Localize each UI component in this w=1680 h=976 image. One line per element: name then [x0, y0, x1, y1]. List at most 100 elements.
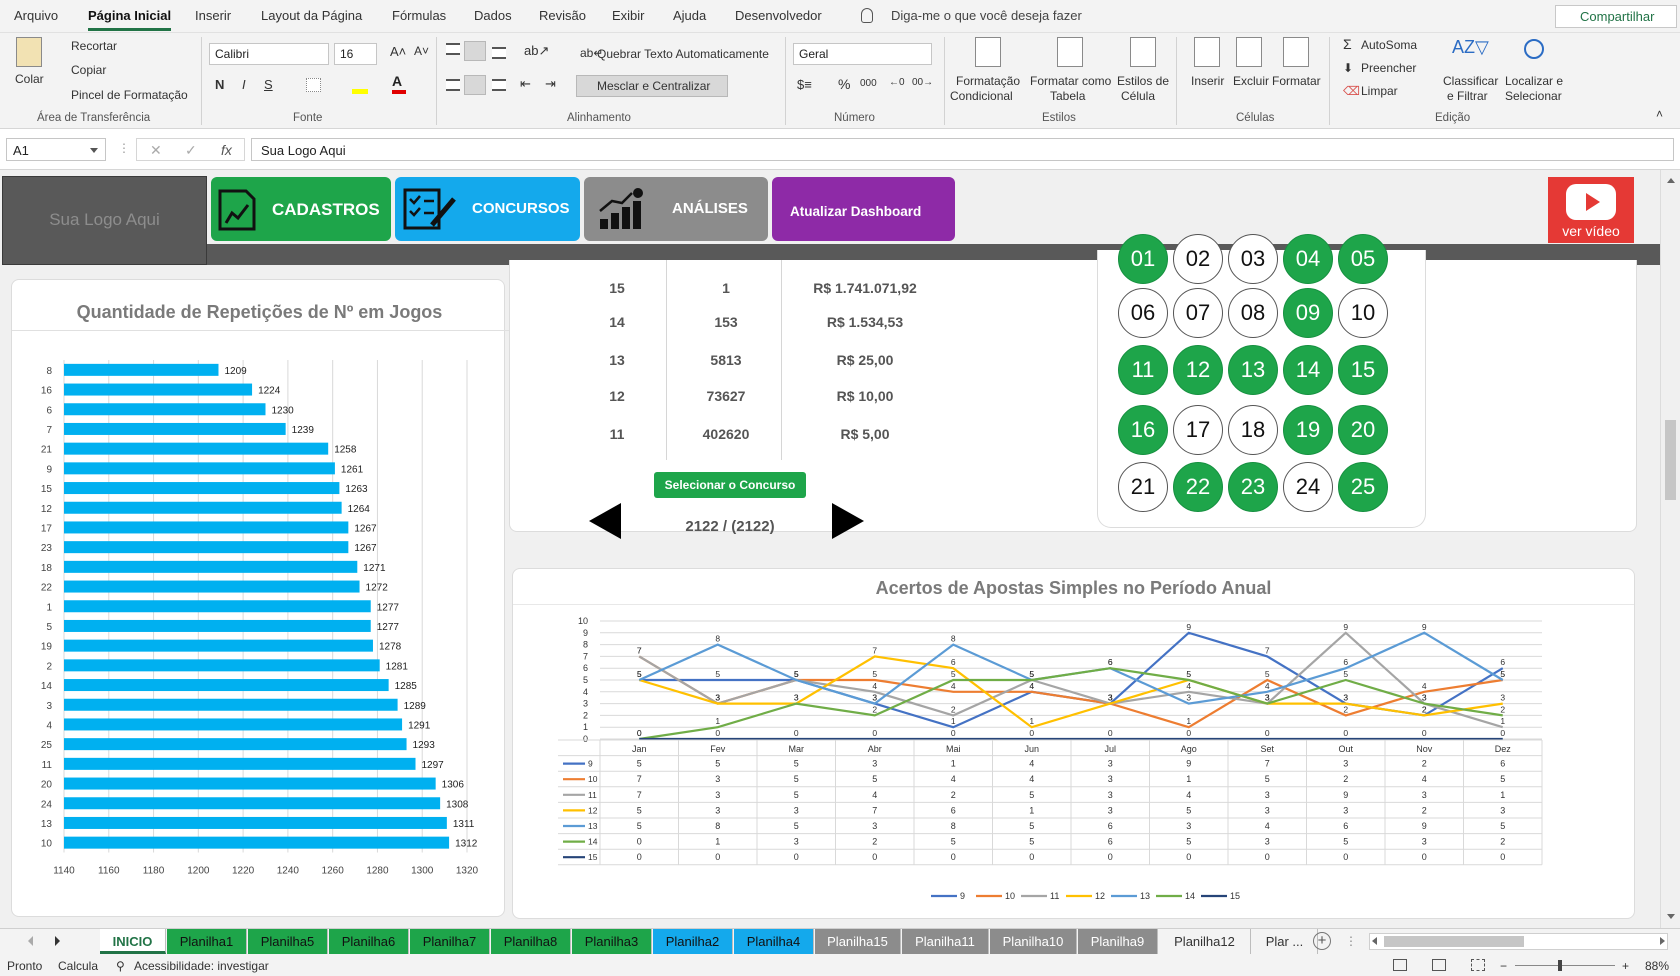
decrease-decimal-icon[interactable]: 00→: [912, 77, 933, 88]
sheet-tab-planilha3[interactable]: Planilha3: [572, 929, 652, 954]
delete-cells-button[interactable]: Excluir: [1233, 74, 1269, 88]
tabs-splitter-icon[interactable]: ⋮: [1345, 934, 1357, 948]
insert-function-icon[interactable]: fx: [221, 142, 232, 158]
page-layout-view-icon[interactable]: [1432, 959, 1446, 971]
font-name-select[interactable]: Calibri: [209, 43, 329, 65]
italic-button[interactable]: I: [242, 77, 246, 92]
paste-button[interactable]: Colar: [15, 72, 44, 86]
sheet-tab-plar[interactable]: Plar ...: [1252, 929, 1318, 954]
menu-tab-arquivo[interactable]: Arquivo: [14, 8, 58, 23]
format-cells-button[interactable]: Formatar: [1272, 74, 1321, 88]
zoom-slider[interactable]: [1515, 965, 1615, 966]
sort-filter-line1[interactable]: Classificar: [1443, 74, 1498, 88]
tell-me-search[interactable]: Diga-me o que você deseja fazer: [891, 8, 1082, 23]
add-sheet-icon[interactable]: +: [1313, 932, 1331, 950]
sheet-tab-planilha6[interactable]: Planilha6: [329, 929, 409, 954]
align-top-icon[interactable]: [446, 43, 460, 55]
fill-button[interactable]: Preencher: [1361, 61, 1416, 75]
menu-tab-inserir[interactable]: Inserir: [195, 8, 231, 23]
menu-tab-revisao[interactable]: Revisão: [539, 8, 586, 23]
find-select-line2[interactable]: Selecionar: [1505, 89, 1562, 103]
align-bottom-icon[interactable]: [492, 47, 506, 59]
format-table-line1[interactable]: Formatar como: [1030, 74, 1111, 88]
menu-tab-exibir[interactable]: Exibir: [612, 8, 645, 23]
scroll-down-icon[interactable]: [1667, 914, 1675, 919]
conditional-format-line1[interactable]: Formatação: [956, 74, 1020, 88]
conditional-format-icon[interactable]: [975, 37, 1001, 67]
cell-styles-icon[interactable]: [1130, 37, 1156, 67]
sheet-tab-planilha4[interactable]: Planilha4: [734, 929, 814, 954]
previous-contest-icon[interactable]: [589, 503, 621, 539]
scroll-left-icon[interactable]: [1372, 937, 1377, 945]
menu-tab-ajuda[interactable]: Ajuda: [673, 8, 706, 23]
wrap-text-button[interactable]: Quebrar Texto Automaticamente: [597, 47, 769, 61]
sheet-tab-planilha10[interactable]: Planilha10: [990, 929, 1077, 954]
formula-input[interactable]: Sua Logo Aqui: [251, 138, 1674, 161]
delete-cells-icon[interactable]: [1236, 37, 1262, 67]
collapse-ribbon-icon[interactable]: ˄: [1656, 107, 1663, 121]
format-cells-icon[interactable]: [1283, 37, 1309, 67]
sheet-tab-planilha7[interactable]: Planilha7: [410, 929, 490, 954]
enter-icon[interactable]: ✓: [185, 142, 197, 159]
sheet-tab-planilha5[interactable]: Planilha5: [248, 929, 328, 954]
scroll-thumb[interactable]: [1665, 420, 1676, 500]
normal-view-icon[interactable]: [1393, 959, 1407, 971]
percent-button[interactable]: %: [838, 76, 850, 92]
format-painter-button[interactable]: Pincel de Formatação: [71, 88, 188, 102]
decrease-indent-icon[interactable]: ⇤: [520, 76, 531, 92]
select-contest-button[interactable]: Selecionar o Concurso: [654, 472, 806, 498]
logo-placeholder[interactable]: Sua Logo Aqui: [2, 176, 207, 265]
insert-cells-button[interactable]: Inserir: [1191, 74, 1224, 88]
align-right-icon[interactable]: [492, 79, 506, 91]
share-button[interactable]: Compartilhar: [1555, 5, 1677, 28]
sort-filter-line2[interactable]: e Filtrar: [1447, 89, 1488, 103]
cell-styles-line2[interactable]: Célula: [1121, 89, 1155, 103]
cell-styles-line1[interactable]: Estilos de: [1117, 74, 1169, 88]
page-break-view-icon[interactable]: [1471, 959, 1485, 971]
vertical-scrollbar[interactable]: [1660, 170, 1680, 928]
find-select-icon[interactable]: [1524, 39, 1544, 59]
align-left-icon[interactable]: [446, 79, 460, 91]
scroll-up-icon[interactable]: [1667, 178, 1675, 183]
autosum-button[interactable]: AutoSoma: [1361, 38, 1417, 52]
cadastros-button[interactable]: CADASTROS: [211, 177, 391, 241]
menu-tab-layout[interactable]: Layout da Página: [261, 8, 362, 23]
zoom-level[interactable]: 88%: [1645, 959, 1669, 973]
sheet-tab-planilha9[interactable]: Planilha9: [1078, 929, 1158, 954]
font-color-icon[interactable]: A: [392, 73, 402, 89]
align-center-icon[interactable]: [464, 75, 486, 95]
bold-button[interactable]: N: [215, 77, 224, 92]
eraser-icon[interactable]: ⌫: [1343, 84, 1360, 98]
formula-bar-drag-icon[interactable]: ⋮: [118, 141, 130, 155]
currency-icon[interactable]: $≡: [797, 77, 812, 92]
next-contest-icon[interactable]: [832, 503, 864, 539]
tab-scroll-left-icon[interactable]: [28, 936, 33, 946]
orientation-icon[interactable]: ab↗: [524, 43, 549, 59]
tab-scroll-right-icon[interactable]: [55, 936, 60, 946]
zoom-in-icon[interactable]: +: [1622, 959, 1629, 973]
grow-font-icon[interactable]: A˄: [390, 44, 406, 59]
underline-button[interactable]: S: [264, 77, 273, 92]
paste-icon[interactable]: [16, 37, 42, 67]
video-button[interactable]: ver vídeo: [1548, 177, 1634, 243]
increase-indent-icon[interactable]: ⇥: [545, 76, 556, 92]
name-box[interactable]: A1: [6, 138, 106, 161]
sheet-tab-planilha2[interactable]: Planilha2: [653, 929, 733, 954]
cancel-icon[interactable]: ✕: [150, 142, 162, 159]
menu-tab-formulas[interactable]: Fórmulas: [392, 8, 446, 23]
fill-icon[interactable]: ⬇: [1343, 61, 1353, 75]
menu-tab-dados[interactable]: Dados: [474, 8, 512, 23]
font-size-select[interactable]: 16: [334, 43, 377, 65]
status-calc[interactable]: Calcula: [58, 959, 98, 973]
sheet-tab-planilha1[interactable]: Planilha1: [167, 929, 247, 954]
concursos-button[interactable]: CONCURSOS: [395, 177, 580, 241]
horizontal-scrollbar[interactable]: [1369, 933, 1668, 950]
format-table-icon[interactable]: [1057, 37, 1083, 67]
find-select-line1[interactable]: Localizar e: [1505, 74, 1563, 88]
autosum-icon[interactable]: Σ: [1343, 36, 1352, 52]
align-middle-icon[interactable]: [464, 41, 486, 61]
conditional-format-line2[interactable]: Condicional: [950, 89, 1013, 103]
menu-tab-pagina-inicial[interactable]: Página Inicial: [88, 8, 172, 31]
copy-button[interactable]: Copiar: [71, 63, 106, 77]
sheet-tab-inicio[interactable]: INICIO: [100, 929, 166, 954]
